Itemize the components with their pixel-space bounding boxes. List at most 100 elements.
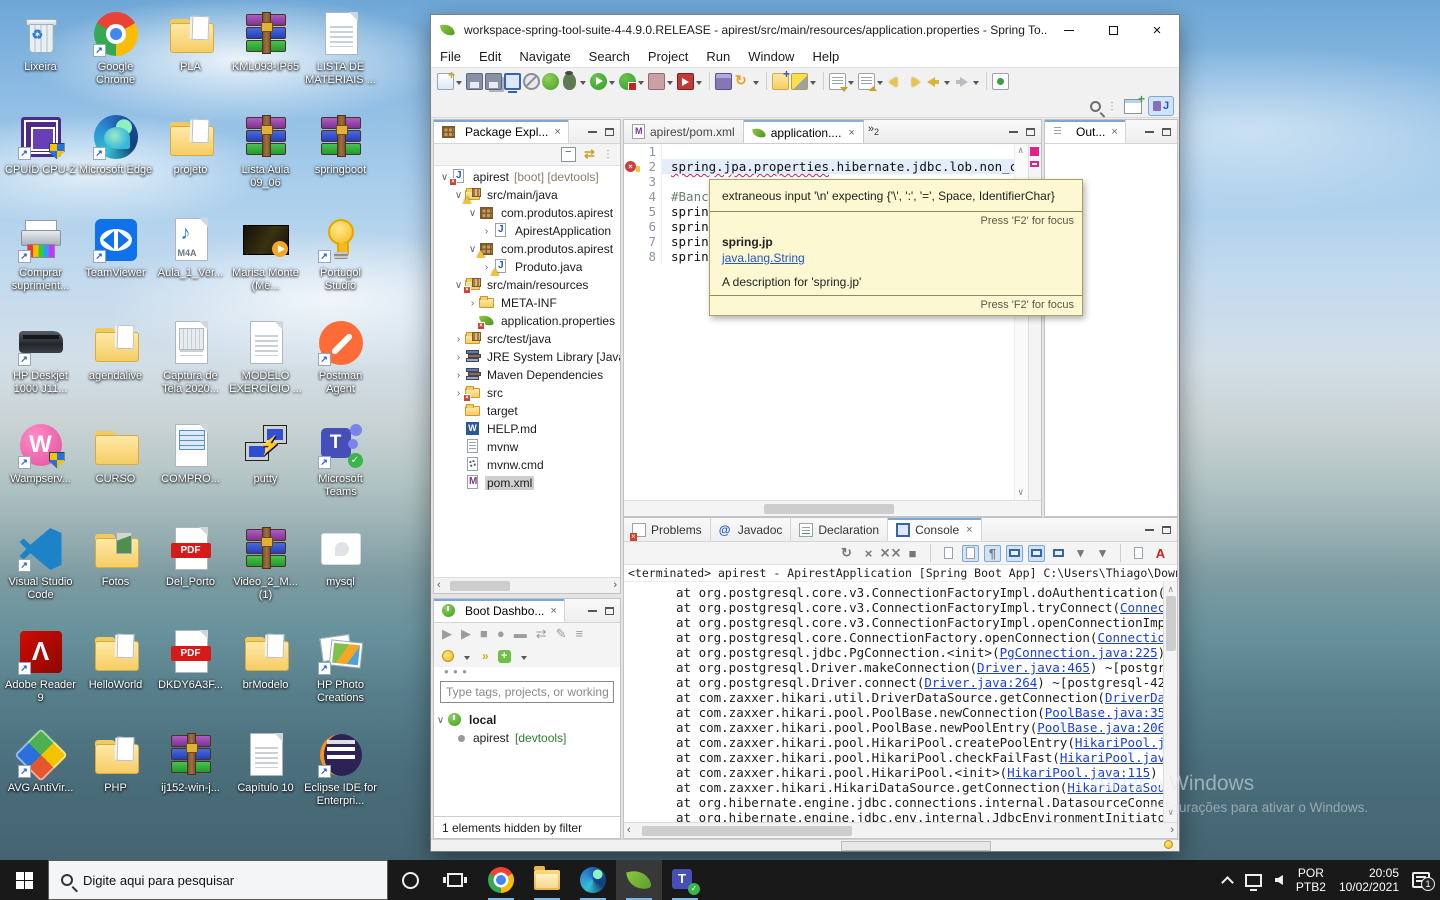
tree-item-mvnw-cmd[interactable]: mvnw.cmd [434, 456, 620, 474]
dropdown-icon[interactable] [580, 81, 586, 88]
minimize-view-icon[interactable] [1145, 528, 1154, 531]
console-vscrollbar[interactable]: ∧∨ [1163, 582, 1177, 822]
desktop-icon-php[interactable]: PHP [78, 726, 153, 829]
desktop-icon-helloworld[interactable]: HelloWorld [78, 623, 153, 726]
cortana-button[interactable] [388, 860, 432, 900]
menu-project[interactable]: Project [639, 48, 697, 65]
tree-item-mvnw[interactable]: mvnw [434, 438, 620, 456]
taskbar-edge-button[interactable] [570, 860, 616, 900]
stack-trace-link[interactable]: PoolBase.java:358 [1045, 705, 1173, 720]
menu-help[interactable]: Help [803, 48, 848, 65]
boot-icon[interactable] [542, 73, 559, 90]
fwd-icon[interactable] [954, 73, 971, 90]
console-tab-javadoc[interactable]: @Javadoc [711, 518, 792, 541]
profile-icon[interactable] [619, 73, 636, 90]
back-icon[interactable] [925, 73, 942, 90]
pin-console-icon[interactable] [1006, 545, 1023, 562]
menu-search[interactable]: Search [580, 48, 639, 65]
scroll-left-icon[interactable]: ‹ [437, 579, 441, 591]
expand-arrow-icon[interactable]: › [452, 352, 465, 363]
package-explorer-hscrollbar[interactable]: ‹ › [434, 577, 620, 593]
desktop-icon-dkdy6a3f[interactable]: PDFDKDY6A3F... [153, 623, 228, 726]
dropdown-icon[interactable] [456, 81, 462, 88]
dropdown-icon[interactable] [464, 656, 470, 663]
taskbar-search-box[interactable]: Digite aqui para pesquisar [48, 860, 388, 900]
tree-item-com-produtos-apirest[interactable]: ∨com.produtos.apirest [434, 240, 620, 258]
tray-overflow-chevron-icon[interactable] [1221, 876, 1234, 889]
debug-icon[interactable] [563, 73, 576, 90]
dropdown-icon[interactable] [609, 81, 615, 88]
desktop-icon-microsoft-teams[interactable]: T✓↗Microsoft Teams [303, 417, 378, 520]
desktop-icon-marisa-monte-me[interactable]: Marisa Monte (Me... [228, 211, 303, 314]
desktop-icon-brmodelo[interactable]: brModelo [228, 623, 303, 726]
scroll-left-icon[interactable]: ‹ [627, 824, 631, 836]
tree-item-jre-system-library-java[interactable]: ›JRE System Library [Java [434, 348, 620, 366]
toolbar-overflow-dots[interactable]: ⋮ [1107, 101, 1118, 112]
treepage-icon[interactable] [858, 73, 875, 90]
desktop-icon-kml093-ip65[interactable]: KML093-IP65 [228, 5, 303, 108]
maximize-view-icon[interactable] [1162, 526, 1171, 534]
tree-item-produto-java[interactable]: ›JProduto.java [434, 258, 620, 276]
stack-trace-link[interactable]: PgConnection.java:225 [1000, 645, 1158, 660]
link-with-editor-icon[interactable]: ⇄ [582, 147, 597, 162]
console-tab-problems[interactable]: Problems [624, 518, 711, 541]
network-icon[interactable] [1245, 874, 1262, 887]
boot-target-local[interactable]: ∨ local [434, 711, 620, 729]
openres-icon[interactable] [772, 73, 789, 90]
nexty-icon[interactable] [906, 73, 923, 90]
desktop-icon-mysql[interactable]: mysql [303, 520, 378, 623]
desktop-icon-portugol-studio[interactable]: ↗Portugol Studio [303, 211, 378, 314]
add-target-icon[interactable]: + [498, 650, 511, 663]
desktop-icon-avg-antivir[interactable]: ↗AVG AntiVir... [3, 726, 78, 829]
open-browser-icon[interactable]: ⇄ [536, 627, 547, 641]
desktop-icon-captura-de-tela-2020[interactable]: Captura de Tela 2020... [153, 314, 228, 417]
prevy-icon[interactable] [887, 73, 904, 90]
close-icon[interactable]: × [848, 127, 854, 139]
relaunch-icon[interactable] [677, 73, 694, 90]
desktop-icon-eclipse-ide-for-enterpri[interactable]: ↗Eclipse IDE for Enterpri... [303, 726, 378, 829]
collapse-all-icon[interactable] [561, 147, 576, 162]
tooltip-type-link[interactable]: java.lang.String [722, 251, 1070, 265]
editor-tab-apirest-pom-xml[interactable]: apirest/pom.xml [624, 120, 744, 143]
dropdown-icon[interactable] [877, 81, 883, 88]
scroll-right-icon[interactable]: › [613, 579, 617, 591]
stop-icon[interactable]: ■ [480, 627, 488, 641]
stack-trace-link[interactable]: Driver.java:465 [977, 660, 1090, 675]
editor-hscrollbar[interactable] [624, 500, 1041, 516]
tree-item-target[interactable]: target [434, 402, 620, 420]
tree-item-pom-xml[interactable]: Mpom.xml [434, 474, 620, 492]
expand-arrow-icon[interactable]: ∨ [466, 208, 479, 219]
dropdown-icon[interactable] [753, 81, 759, 88]
taskbar-file-explorer-button[interactable] [524, 860, 570, 900]
desktop-icon-microsoft-edge[interactable]: ↗Microsoft Edge [78, 108, 153, 211]
listpage-icon[interactable] [829, 73, 846, 90]
tree-item-apirest[interactable]: ∨J×apirest [boot] [devtools] [434, 168, 620, 186]
tree-item-help-md[interactable]: WHELP.md [434, 420, 620, 438]
tree-item-application-properties[interactable]: ×application.properties [434, 312, 620, 330]
maximize-view-icon[interactable] [1026, 128, 1035, 136]
tree-item-meta-inf[interactable]: ›META-INF [434, 294, 620, 312]
action-center-icon[interactable]: 1 [1412, 872, 1430, 888]
properties-icon[interactable]: ≡ [576, 627, 584, 641]
menu-navigate[interactable]: Navigate [510, 48, 579, 65]
scroll-lock-icon[interactable] [962, 545, 979, 562]
saveall-icon[interactable] [485, 73, 502, 90]
desktop-icon-aula-1-ver[interactable]: ♪M4AAula_1_Ver... [153, 211, 228, 314]
desktop-icon-springboot[interactable]: springboot [303, 108, 378, 211]
desktop-icon-cpuid-cpu-z[interactable]: ↗CPUID CPU-Z [3, 108, 78, 211]
console-tab-console[interactable]: Console× [888, 518, 981, 541]
maximize-view-icon[interactable] [1162, 128, 1171, 136]
desktop-icon-projeto[interactable]: projeto [153, 108, 228, 211]
expand-arrow-icon[interactable]: › [466, 298, 479, 309]
clear-icon[interactable] [940, 545, 957, 562]
run-icon[interactable] [590, 73, 607, 90]
desktop-icon-google-chrome[interactable]: ↗Google Chrome [78, 5, 153, 108]
open-console-icon[interactable]: ▬ [514, 627, 527, 641]
restart-icon[interactable]: ● [497, 627, 505, 641]
minimize-view-icon[interactable] [588, 130, 597, 133]
edit-config-icon[interactable]: ✎ [556, 627, 567, 641]
start-icon[interactable]: ▶ [442, 627, 452, 641]
task-view-button[interactable] [432, 860, 478, 900]
open-perspective-icon[interactable] [1124, 99, 1142, 114]
stack-trace-link[interactable]: HikariPool.java: [1075, 735, 1177, 750]
